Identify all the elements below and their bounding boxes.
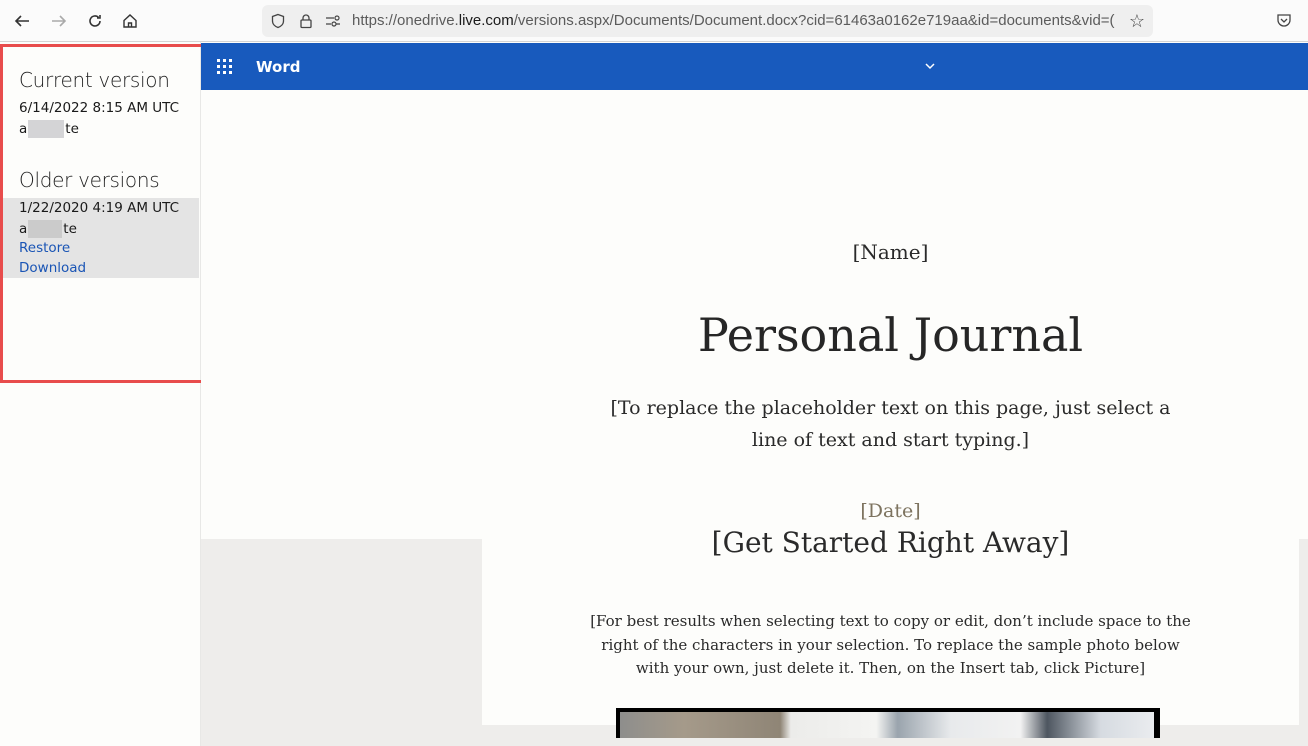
shield-icon[interactable] — [270, 13, 286, 29]
lock-icon[interactable] — [298, 13, 314, 29]
address-bar[interactable]: https://onedrive.live.com/versions.aspx/… — [262, 5, 1153, 37]
doc-intro-line1: [To replace the placeholder text on this… — [610, 397, 1171, 419]
older-version-date: 1/22/2020 4:19 AM UTC — [19, 200, 180, 216]
author-end: te — [65, 121, 79, 137]
redacted-block — [28, 120, 65, 138]
url-prefix: https://onedrive. — [352, 12, 459, 29]
url-suffix: /versions.aspx/Documents/Document.docx?c… — [513, 12, 1115, 29]
star-icon: ☆ — [1128, 11, 1146, 31]
author-end: te — [63, 221, 77, 237]
author-start: a — [19, 221, 28, 237]
current-version-title: Current version — [19, 68, 170, 92]
arrow-left-icon — [14, 15, 29, 27]
doc-body-line2: right of the characters in your selectio… — [601, 636, 1180, 654]
home-button[interactable] — [118, 9, 142, 33]
reload-icon — [89, 15, 101, 27]
current-version-date: 6/14/2022 8:15 AM UTC — [19, 100, 180, 116]
reload-button[interactable] — [83, 9, 107, 33]
photo-content — [620, 712, 1154, 738]
app-name[interactable]: Word — [256, 58, 300, 76]
arrow-right-icon — [52, 15, 67, 27]
older-version-author: a te — [19, 220, 77, 238]
redacted-block — [28, 220, 63, 238]
current-version-author: a te — [19, 120, 79, 138]
doc-name-placeholder: [Name] — [852, 240, 929, 264]
app-launcher-icon[interactable] — [217, 59, 232, 74]
doc-body-line3: with your own, just delete it. Then, on … — [635, 659, 1146, 677]
word-app-bar: Word — [201, 43, 1308, 90]
url-text[interactable]: https://onedrive.live.com/versions.aspx/… — [352, 12, 1120, 29]
back-button[interactable] — [10, 9, 34, 33]
doc-intro-line2: line of text and start typing.] — [751, 429, 1030, 451]
doc-heading: [Get Started Right Away] — [711, 526, 1070, 559]
document-page: [Name] Personal Journal [To replace the … — [482, 90, 1299, 738]
home-icon — [123, 14, 137, 28]
doc-body-line1: [For best results when selecting text to… — [590, 612, 1191, 630]
download-link[interactable]: Download — [19, 260, 86, 276]
url-domain: live.com — [458, 12, 514, 29]
author-start: a — [19, 121, 28, 137]
bookmark-star-button[interactable]: ☆ — [1127, 11, 1147, 31]
forward-button[interactable] — [47, 9, 71, 33]
version-history-panel — [0, 42, 201, 746]
chevron-down-icon[interactable] — [923, 59, 937, 73]
older-versions-title: Older versions — [19, 168, 160, 192]
browser-toolbar: https://onedrive.live.com/versions.aspx/… — [0, 0, 1308, 42]
permissions-icon[interactable] — [325, 13, 341, 29]
restore-link[interactable]: Restore — [19, 240, 70, 256]
doc-title: Personal Journal — [697, 308, 1084, 362]
doc-date-placeholder: [Date] — [860, 500, 921, 522]
pocket-icon[interactable] — [1276, 12, 1292, 28]
sample-photo[interactable] — [616, 708, 1160, 738]
